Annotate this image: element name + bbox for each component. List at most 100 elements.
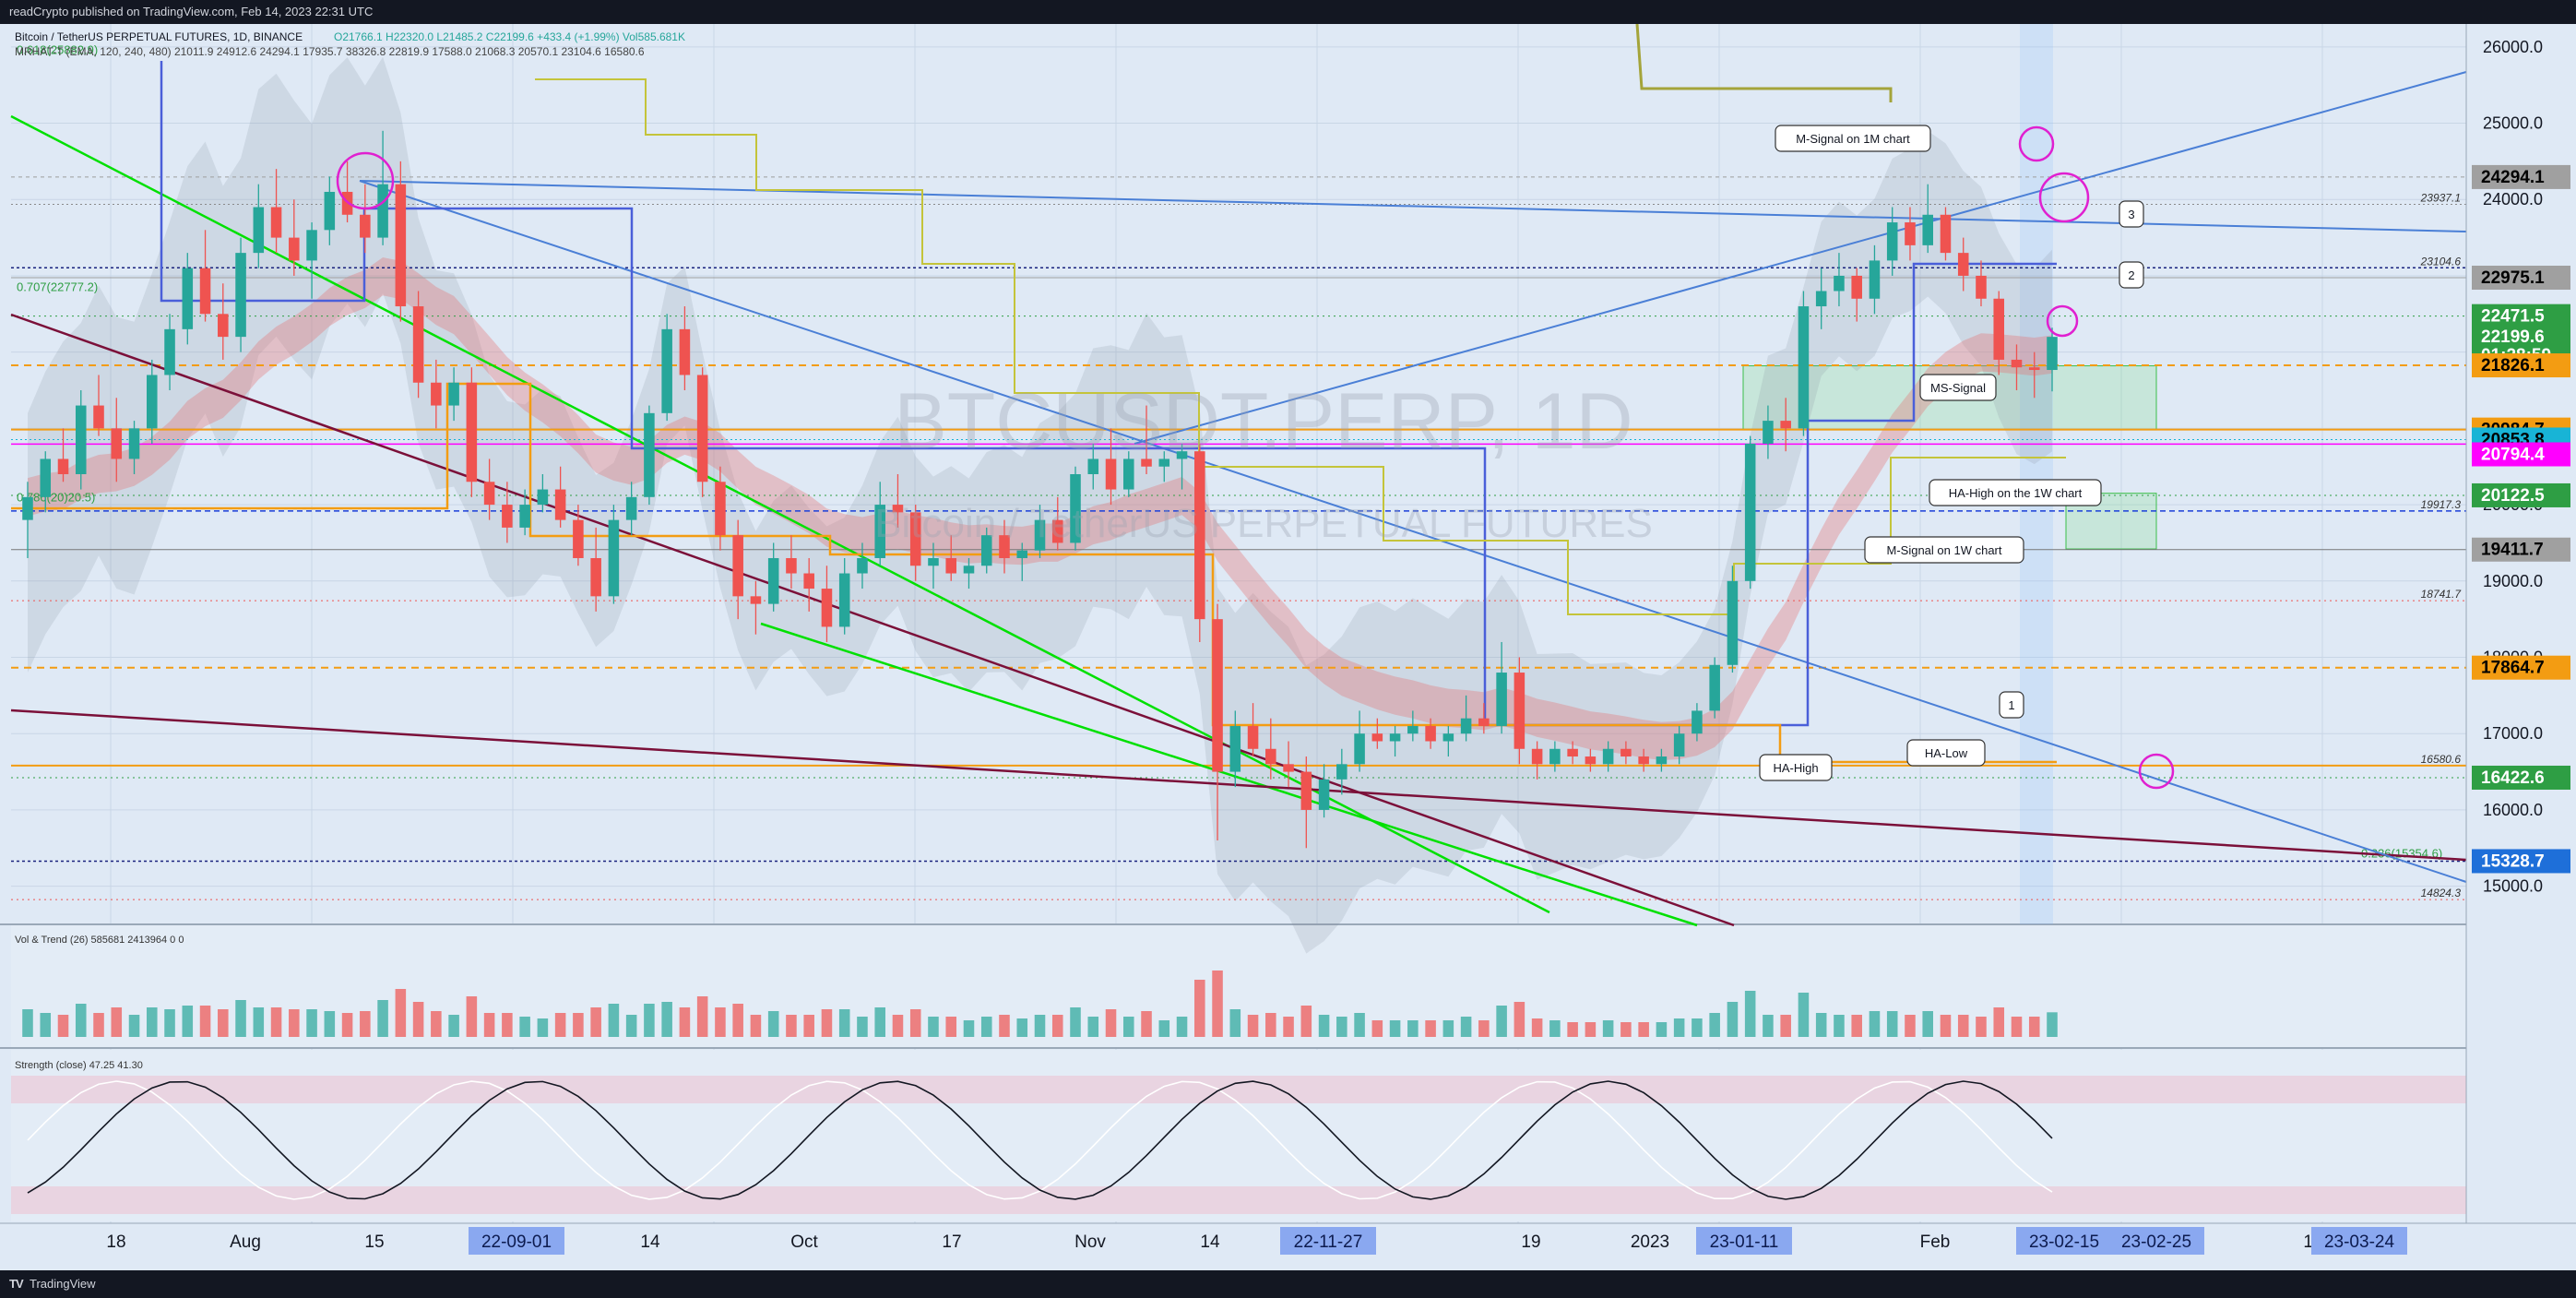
- candle-body: [1798, 306, 1810, 429]
- candle-body: [75, 405, 87, 474]
- chart-canvas[interactable]: 23937.1 23104.6 19917.3 18741.7 16580.6 14824…: [0, 24, 2576, 1270]
- candle-body: [1265, 748, 1276, 765]
- candle-body: [554, 489, 566, 520]
- volume-bar: [324, 1011, 336, 1037]
- candle-body: [412, 306, 424, 383]
- candle-body: [360, 214, 371, 238]
- watermark-description: Bitcoin / TetherUS PERPETUAL FUTURES: [874, 501, 1653, 546]
- volume-bar: [360, 1011, 371, 1037]
- volume-bar: [164, 1009, 175, 1037]
- candle-body: [1585, 756, 1597, 765]
- time-axis[interactable]: 18Aug1514Oct17Nov14192023Feb1422-09-0122…: [0, 1222, 2576, 1270]
- volume-bar: [696, 996, 708, 1037]
- volume-bar: [40, 1013, 52, 1037]
- candle-body: [786, 557, 797, 574]
- volume-bar: [182, 1006, 194, 1037]
- volume-bar: [554, 1013, 566, 1037]
- callout-text: 1: [2008, 698, 2014, 712]
- time-highlight-text: 23-02-15: [2029, 1233, 2099, 1252]
- price-tag-text: 19411.7: [2481, 541, 2544, 560]
- volume-bar: [999, 1015, 1010, 1037]
- volume-bar: [448, 1015, 459, 1037]
- time-label: Aug: [230, 1233, 261, 1252]
- volume-bar: [1122, 1017, 1134, 1037]
- candle-body: [1620, 748, 1632, 757]
- volume-bar: [502, 1013, 513, 1037]
- volume-bar: [1478, 1020, 1490, 1037]
- volume-bar: [1531, 1018, 1543, 1037]
- volume-bar: [1763, 1015, 1774, 1037]
- volume-bar: [1318, 1015, 1330, 1037]
- publish-text: readCrypto published on TradingView.com,…: [9, 5, 374, 18]
- volume-bar: [1940, 1015, 1952, 1037]
- volume-bar: [1176, 1017, 1188, 1037]
- volume-bar: [1051, 1015, 1063, 1037]
- time-label: 14: [640, 1233, 660, 1252]
- volume-bar: [1212, 971, 1223, 1037]
- candle-body: [1744, 443, 1756, 581]
- candle-body: [803, 573, 814, 589]
- candle-body: [1354, 733, 1365, 765]
- volume-bar: [625, 1015, 637, 1037]
- volume-bar: [1798, 993, 1810, 1037]
- candle-body: [767, 557, 779, 604]
- level-label: 14824.3: [2421, 887, 2462, 899]
- volume-bar: [537, 1018, 549, 1037]
- volume-bar: [1425, 1020, 1436, 1037]
- candle-body: [182, 268, 194, 329]
- candle-body: [1496, 673, 1507, 726]
- volume-title: Vol & Trend (26) 585681 2413964 0 0: [15, 935, 184, 946]
- time-label: Oct: [790, 1233, 818, 1252]
- volume-bar: [1851, 1015, 1862, 1037]
- volume-bar: [732, 1004, 743, 1037]
- volume-bar: [2011, 1017, 2023, 1037]
- volume-bar: [838, 1009, 850, 1037]
- volume-bar: [644, 1004, 655, 1037]
- volume-bar: [1815, 1013, 1827, 1037]
- fib-label: 0.707(22777.2): [17, 280, 98, 293]
- volume-bar: [147, 1007, 158, 1037]
- candle-body: [1442, 733, 1454, 742]
- volume-bar: [111, 1007, 123, 1037]
- candle-body: [1905, 222, 1916, 245]
- callout-text: HA-Low: [1925, 746, 1968, 760]
- volume-bar: [1194, 980, 1205, 1037]
- volume-bar: [1229, 1009, 1241, 1037]
- candle-body: [732, 535, 743, 597]
- candle-body: [306, 230, 317, 261]
- shaded-column: [2020, 24, 2053, 924]
- tradingview-logo: TV: [9, 1277, 24, 1291]
- volume-bar: [1922, 1011, 1933, 1037]
- time-highlight-text: 22-09-01: [481, 1233, 552, 1252]
- volume-bar: [341, 1013, 353, 1037]
- candle-body: [235, 253, 246, 338]
- volume-bar: [1496, 1006, 1507, 1037]
- level-label: 23937.1: [2420, 191, 2461, 204]
- candle-body: [1692, 710, 1703, 734]
- volume-bar: [1336, 1017, 1347, 1037]
- candle-body: [715, 482, 726, 536]
- time-label: 14: [1200, 1233, 1220, 1252]
- price-tick: 16000.0: [2483, 801, 2543, 819]
- volume-bar: [1371, 1020, 1383, 1037]
- candle-body: [1229, 725, 1241, 772]
- volume-bar: [1709, 1013, 1720, 1037]
- candle-body: [147, 375, 158, 429]
- candle-body: [1976, 275, 1987, 299]
- candle-body: [1709, 664, 1720, 711]
- candle-body: [1922, 214, 1933, 245]
- candle-body: [1567, 748, 1578, 757]
- ohlc-line: O21766.1 H22320.0 L21485.2 C22199.6 +433…: [334, 30, 685, 43]
- volume-bar: [928, 1017, 939, 1037]
- callout-text: MS-Signal: [1930, 381, 1986, 395]
- volume-bar: [892, 1015, 904, 1037]
- candle-body: [696, 375, 708, 482]
- candle-body: [1673, 733, 1685, 757]
- candle-body: [661, 328, 672, 413]
- volume-bar: [821, 1009, 833, 1037]
- volume-bar: [874, 1007, 885, 1037]
- price-axis[interactable]: 26000.025000.024000.023000.022000.021000…: [2465, 24, 2576, 1223]
- price-tag-text: 22471.5: [2481, 307, 2545, 327]
- overbought-band: [11, 1076, 2466, 1103]
- volume-bar: [483, 1013, 495, 1037]
